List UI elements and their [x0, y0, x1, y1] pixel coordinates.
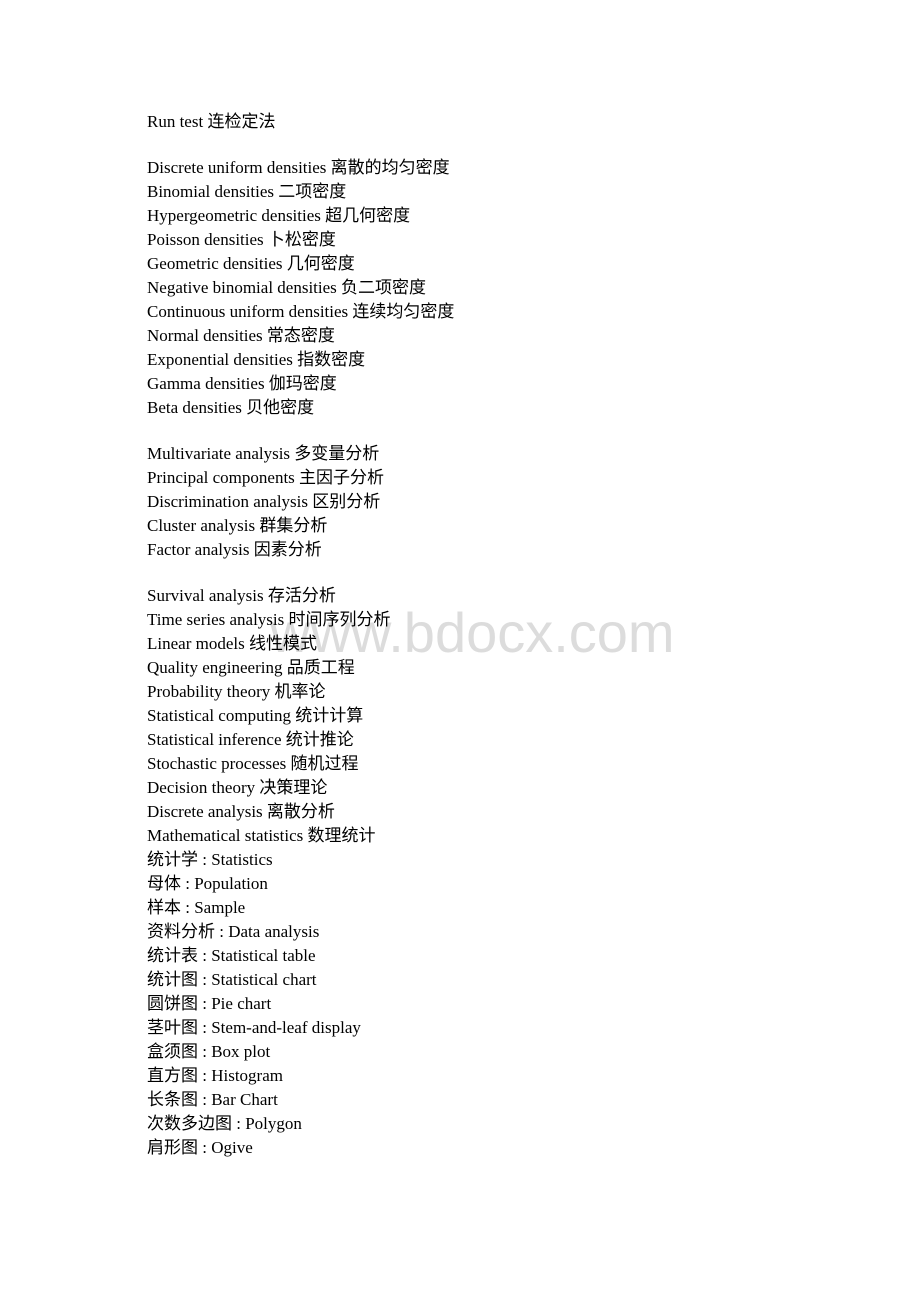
term-line: Geometric densities 几何密度	[147, 254, 355, 273]
term-line: Mathematical statistics 数理统计	[147, 826, 376, 845]
glossary-line: 母体 : Population	[147, 874, 268, 893]
term-line: Probability theory 机率论	[147, 682, 326, 701]
term-line: Cluster analysis 群集分析	[147, 516, 328, 535]
term-line: Continuous uniform densities 连续均匀密度	[147, 302, 455, 321]
term-line: Statistical computing 统计计算	[147, 706, 364, 725]
term-line: Principal components 主因子分析	[147, 468, 385, 487]
term-line: Linear models 线性模式	[147, 634, 317, 653]
glossary-line: 肩形图 : Ogive	[147, 1138, 253, 1157]
term-line: Discrimination analysis 区别分析	[147, 492, 381, 511]
document-page: Run test 连检定法 Discrete uniform densities…	[147, 110, 847, 1160]
term-line: Hypergeometric densities 超几何密度	[147, 206, 411, 225]
term-line: Survival analysis 存活分析	[147, 586, 336, 605]
glossary-line: 长条图 : Bar Chart	[147, 1090, 278, 1109]
term-line: Gamma densities 伽玛密度	[147, 374, 337, 393]
term-line: Beta densities 贝他密度	[147, 398, 315, 417]
section-run-test: Run test 连检定法	[147, 110, 847, 134]
glossary-line: 统计表 : Statistical table	[147, 946, 316, 965]
term-line: Exponential densities 指数密度	[147, 350, 366, 369]
term-line: Decision theory 决策理论	[147, 778, 328, 797]
glossary-line: 统计学 : Statistics	[147, 850, 273, 869]
term-line: Binomial densities 二项密度	[147, 182, 347, 201]
section-multivariate: Multivariate analysis 多变量分析 Principal co…	[147, 442, 847, 562]
glossary-line: 统计图 : Statistical chart	[147, 970, 317, 989]
glossary-line: 圆饼图 : Pie chart	[147, 994, 272, 1013]
section-fields-glossary: Survival analysis 存活分析 Time series analy…	[147, 584, 847, 1160]
glossary-line: 盒须图 : Box plot	[147, 1042, 271, 1061]
term-line: Factor analysis 因素分析	[147, 540, 322, 559]
term-line: Normal densities 常态密度	[147, 326, 335, 345]
glossary-line: 茎叶图 : Stem-and-leaf display	[147, 1018, 361, 1037]
term-line: Discrete analysis 离散分析	[147, 802, 335, 821]
glossary-line: 样本 : Sample	[147, 898, 246, 917]
term-line: Stochastic processes 随机过程	[147, 754, 359, 773]
term-line: Run test 连检定法	[147, 112, 276, 131]
term-line: Discrete uniform densities 离散的均匀密度	[147, 158, 450, 177]
term-line: Statistical inference 统计推论	[147, 730, 354, 749]
term-line: Time series analysis 时间序列分析	[147, 610, 391, 629]
glossary-line: 资料分析 : Data analysis	[147, 922, 320, 941]
term-line: Poisson densities 卜松密度	[147, 230, 336, 249]
term-line: Quality engineering 品质工程	[147, 658, 355, 677]
glossary-line: 直方图 : Histogram	[147, 1066, 283, 1085]
glossary-line: 次数多边图 : Polygon	[147, 1114, 302, 1133]
term-line: Negative binomial densities 负二项密度	[147, 278, 427, 297]
section-densities: Discrete uniform densities 离散的均匀密度 Binom…	[147, 156, 847, 420]
term-line: Multivariate analysis 多变量分析	[147, 444, 380, 463]
